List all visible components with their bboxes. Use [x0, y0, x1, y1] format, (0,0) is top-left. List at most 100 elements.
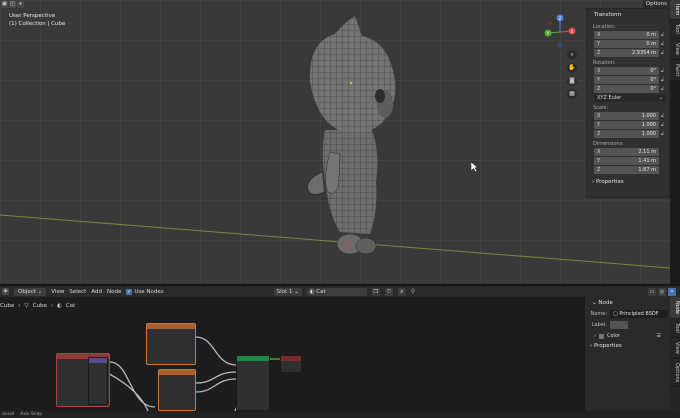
scale-x-field[interactable]: X 1.000: [594, 112, 659, 120]
node-label-row: Label:: [588, 321, 667, 329]
color-checkbox[interactable]: [599, 333, 604, 339]
color-ramp-node[interactable]: [146, 323, 196, 365]
slot-dropdown[interactable]: Slot 1 ⌄: [273, 287, 302, 296]
transform-title[interactable]: Transform: [590, 11, 666, 21]
texture-node[interactable]: [158, 369, 196, 411]
rotation-x-field[interactable]: X 0°: [594, 67, 659, 75]
view-name: User Perspective: [9, 13, 56, 19]
dimension-x-field[interactable]: X 2.11 m: [594, 148, 659, 156]
menu-view[interactable]: View: [51, 289, 64, 295]
scale-x-row: X 1.000 🔓︎: [590, 112, 666, 120]
menu-node[interactable]: Node: [107, 289, 121, 295]
lock-icon[interactable]: 🔓︎: [659, 32, 666, 38]
location-y-field[interactable]: Y0 m: [594, 40, 659, 48]
dimension-z-field[interactable]: Z 1.87 m: [594, 166, 659, 174]
viewport-sidebar-tabs: Item Tool View Paint: [670, 0, 680, 82]
cat-model[interactable]: [300, 12, 410, 262]
zoom-icon[interactable]: ⌕: [567, 50, 577, 60]
chevron-right-icon: ›: [18, 302, 21, 309]
lock-icon[interactable]: 🔓︎: [659, 131, 666, 137]
node-color-row[interactable]: › Color ☰: [594, 333, 667, 339]
tab-item[interactable]: Item: [670, 0, 680, 21]
location-y-row: Y0 m 🔓︎: [590, 40, 666, 48]
node-panel-title[interactable]: ⌄ Node: [588, 299, 667, 310]
breadcrumb-material[interactable]: Cat: [66, 303, 75, 309]
material-selector[interactable]: ◐ Cat: [306, 287, 367, 296]
tab-node[interactable]: Node: [670, 297, 680, 320]
lock-icon[interactable]: 🔓︎: [659, 77, 666, 83]
select-mode-icon[interactable]: ◰: [9, 0, 16, 8]
pin-icon[interactable]: ⚲: [411, 288, 415, 295]
rotation-y-field[interactable]: Y 0°: [594, 76, 659, 84]
status-bar: ancel Axis Snap: [0, 411, 680, 418]
overlay-icon[interactable]: ◎: [658, 287, 666, 296]
properties-section[interactable]: › Properties: [590, 179, 666, 185]
node-label-field[interactable]: [610, 321, 628, 329]
node-header: [237, 356, 269, 361]
add-icon[interactable]: +: [17, 0, 24, 8]
scale-z-row: Z 1.000 🔓︎: [590, 130, 666, 138]
use-nodes-toggle[interactable]: ✓ Use Nodes: [126, 288, 164, 295]
editor-type-icon[interactable]: ◈: [2, 288, 9, 295]
location-label: Location:: [593, 24, 616, 30]
mapping-node[interactable]: [88, 357, 108, 405]
node-header: [159, 370, 195, 375]
svg-text:Y: Y: [546, 31, 550, 36]
svg-text:Z: Z: [559, 16, 562, 21]
3d-viewport[interactable]: ▣ ◰ + Options User Perspective (1) Colle…: [0, 0, 670, 284]
lock-icon[interactable]: 🔓︎: [659, 122, 666, 128]
node-canvas[interactable]: [0, 297, 584, 411]
navigation-gizmo[interactable]: Z X Y: [540, 12, 580, 52]
scale-z-field[interactable]: Z 1.000: [594, 130, 659, 138]
options-button[interactable]: Options: [642, 0, 670, 8]
camera-icon[interactable]: ◙: [567, 76, 577, 86]
shield-icon[interactable]: ⛉: [384, 287, 393, 296]
snap-icon[interactable]: ⌗: [668, 287, 676, 296]
breadcrumb-object[interactable]: Cube: [0, 303, 14, 309]
lock-icon[interactable]: 🔓︎: [659, 113, 666, 119]
tab-options[interactable]: Options: [670, 359, 680, 387]
backdrop-icon[interactable]: ▭: [648, 287, 656, 296]
pan-icon[interactable]: ✋: [567, 63, 577, 73]
tab-view[interactable]: View: [670, 39, 680, 60]
material-output-node[interactable]: [280, 355, 302, 373]
breadcrumb-mesh[interactable]: Cube: [33, 303, 47, 309]
lock-icon[interactable]: 🔓︎: [659, 68, 666, 74]
location-z-field[interactable]: Z 2.9354 m: [594, 49, 659, 57]
viewport-mode-icon[interactable]: ▣: [1, 0, 8, 8]
rotation-z-row: Z 0° 🔓︎: [590, 85, 666, 93]
location-x-field[interactable]: X0 m: [594, 31, 659, 39]
rotation-label: Rotation:: [593, 60, 616, 66]
grid-icon[interactable]: ▦: [567, 89, 577, 99]
viewport-info: User Perspective (1) Collection | Cube: [9, 12, 65, 28]
status-cancel: ancel: [2, 412, 15, 417]
scale-y-field[interactable]: Y 1.000: [594, 121, 659, 129]
node-name-field[interactable]: ▢ Principled BSDF: [610, 310, 667, 318]
list-icon[interactable]: ☰: [657, 333, 661, 339]
principled-bsdf-node[interactable]: [236, 355, 270, 411]
dimension-y-field[interactable]: Y 1.41 m: [594, 157, 659, 165]
scale-y-row: Y 1.000 🔓︎: [590, 121, 666, 129]
chevron-right-icon: ›: [594, 333, 596, 339]
tab-tool[interactable]: Tool: [670, 319, 680, 338]
object-mode-dropdown[interactable]: Object ⌄: [14, 287, 47, 296]
node-header: [147, 324, 195, 329]
node-properties-sidebar: ⌄ Node Name: ▢ Principled BSDF Label: › …: [584, 297, 670, 411]
node-properties-section[interactable]: › Properties: [588, 343, 667, 349]
rotation-z-field[interactable]: Z 0°: [594, 85, 659, 93]
menu-add[interactable]: Add: [91, 289, 102, 295]
duplicate-icon[interactable]: ❐: [371, 287, 380, 296]
node-header: [281, 356, 301, 361]
close-icon[interactable]: ×: [397, 287, 406, 296]
mesh-icon: ▽: [24, 302, 29, 309]
tab-tool[interactable]: Tool: [670, 20, 680, 40]
tab-paint[interactable]: Paint: [670, 60, 680, 82]
lock-icon[interactable]: 🔓︎: [659, 86, 666, 92]
tab-view[interactable]: View: [670, 338, 680, 359]
menu-select[interactable]: Select: [69, 289, 86, 295]
node-sidebar-tabs: Node Tool View Options: [670, 297, 680, 411]
lock-icon[interactable]: 🔓︎: [659, 50, 666, 56]
rotation-mode-select[interactable]: XYZ Euler ⌄: [594, 94, 666, 102]
lock-icon[interactable]: 🔓︎: [659, 41, 666, 47]
location-z-row: Z 2.9354 m 🔓︎: [590, 49, 666, 57]
